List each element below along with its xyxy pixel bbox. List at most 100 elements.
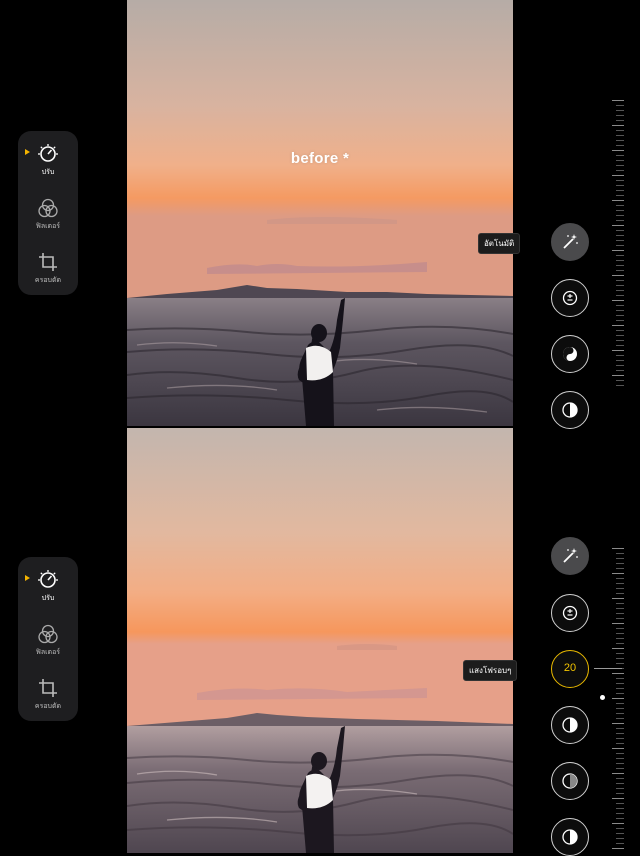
ruler-tick xyxy=(612,350,624,351)
ruler-tick xyxy=(616,190,624,191)
ruler-tick xyxy=(616,788,624,789)
ruler-tick xyxy=(616,843,624,844)
photo-after xyxy=(127,428,513,853)
tool-adjust[interactable]: ปรับ xyxy=(18,143,78,178)
ruler-tick xyxy=(616,683,624,684)
ruler-tick xyxy=(616,260,624,261)
tool-crop[interactable]: ครอบตัด xyxy=(18,251,78,286)
ruler-tick xyxy=(616,255,624,256)
shadows-button[interactable] xyxy=(551,818,589,856)
ruler-tick xyxy=(616,693,624,694)
dial-icon xyxy=(38,570,58,588)
highlights-button[interactable] xyxy=(551,706,589,744)
ruler-tick xyxy=(616,808,624,809)
ruler-tick xyxy=(612,823,624,824)
ruler-tick xyxy=(616,783,624,784)
tool-adjust[interactable]: ปรับ xyxy=(18,569,78,604)
ruler-tick xyxy=(616,713,624,714)
ruler-tick xyxy=(616,165,624,166)
ruler-tick xyxy=(612,748,624,749)
ruler-tick xyxy=(612,300,624,301)
ruler-tick xyxy=(616,558,624,559)
brilliance-value-button[interactable]: 20 xyxy=(551,650,589,688)
ruler-tick xyxy=(612,573,624,574)
half-circle-icon xyxy=(562,829,578,845)
ruler-tick xyxy=(616,385,624,386)
ruler-tick xyxy=(616,185,624,186)
ruler-tick xyxy=(616,578,624,579)
ruler-tick xyxy=(616,380,624,381)
value-ruler[interactable] xyxy=(610,100,624,390)
ruler-tick xyxy=(616,355,624,356)
highlights-button[interactable] xyxy=(551,391,589,429)
contrast-button[interactable] xyxy=(551,762,589,800)
yin-yang-icon xyxy=(563,347,577,361)
filter-icon xyxy=(38,198,58,218)
ruler-tick xyxy=(616,803,624,804)
magic-wand-icon xyxy=(563,548,578,563)
tool-label: ปรับ xyxy=(41,594,55,602)
ruler-tick xyxy=(616,235,624,236)
ruler-tick xyxy=(616,718,624,719)
ruler-tick xyxy=(616,643,624,644)
ruler-tick xyxy=(612,375,624,376)
ruler-tick xyxy=(616,110,624,111)
value-ruler[interactable] xyxy=(610,548,624,853)
ruler-tick xyxy=(616,315,624,316)
ruler-tick xyxy=(616,663,624,664)
ruler-tick xyxy=(616,753,624,754)
ruler-tick xyxy=(616,130,624,131)
exposure-button[interactable] xyxy=(551,594,589,632)
ruler-tick xyxy=(616,140,624,141)
auto-enhance-button[interactable] xyxy=(551,537,589,575)
ruler-tick xyxy=(612,848,624,849)
brilliance-button[interactable] xyxy=(551,335,589,373)
crop-icon xyxy=(39,679,57,697)
half-circle-icon xyxy=(562,717,578,733)
ruler-tick xyxy=(616,180,624,181)
ruler-tick xyxy=(616,310,624,311)
ruler-tick xyxy=(616,758,624,759)
ruler-tick xyxy=(616,593,624,594)
auto-enhance-button[interactable] xyxy=(551,223,589,261)
ruler-tick xyxy=(616,833,624,834)
tool-crop[interactable]: ครอบตัด xyxy=(18,677,78,712)
ruler-tick xyxy=(616,568,624,569)
ruler-tick xyxy=(616,330,624,331)
ruler-tick xyxy=(616,613,624,614)
ruler-tick xyxy=(616,320,624,321)
ruler-tick xyxy=(616,838,624,839)
tool-label: ฟิลเตอร์ xyxy=(35,222,61,230)
ruler-tick xyxy=(616,155,624,156)
ruler-tick xyxy=(616,290,624,291)
ruler-tick xyxy=(616,270,624,271)
ruler-tick xyxy=(616,728,624,729)
ruler-tick xyxy=(616,245,624,246)
ruler-tick xyxy=(616,370,624,371)
tool-filters[interactable]: ฟิลเตอร์ xyxy=(18,197,78,232)
ruler-tick xyxy=(616,733,624,734)
ruler-tick xyxy=(616,688,624,689)
ruler-tick xyxy=(616,583,624,584)
exposure-button[interactable] xyxy=(551,279,589,317)
ruler-tick xyxy=(616,160,624,161)
ruler-tick xyxy=(612,598,624,599)
tool-label: ฟิลเตอร์ xyxy=(35,648,61,656)
ruler-tick xyxy=(616,220,624,221)
ruler-tick xyxy=(616,813,624,814)
tool-filters[interactable]: ฟิลเตอร์ xyxy=(18,623,78,658)
ruler-tick xyxy=(616,763,624,764)
ruler-tick xyxy=(616,738,624,739)
ruler-tick xyxy=(612,150,624,151)
ruler-tick xyxy=(612,200,624,201)
adjustment-value: 20 xyxy=(563,662,577,674)
ruler-tick xyxy=(616,170,624,171)
ruler-handle-dot[interactable] xyxy=(600,695,605,700)
ruler-tick xyxy=(616,638,624,639)
ruler-tick xyxy=(616,658,624,659)
edit-tool-panel: ปรับ ฟิลเตอร์ ครอบตัด xyxy=(18,557,78,721)
contrast-icon xyxy=(562,773,578,789)
ruler-tick xyxy=(612,723,624,724)
ruler-tick xyxy=(616,205,624,206)
ruler-tick xyxy=(616,768,624,769)
